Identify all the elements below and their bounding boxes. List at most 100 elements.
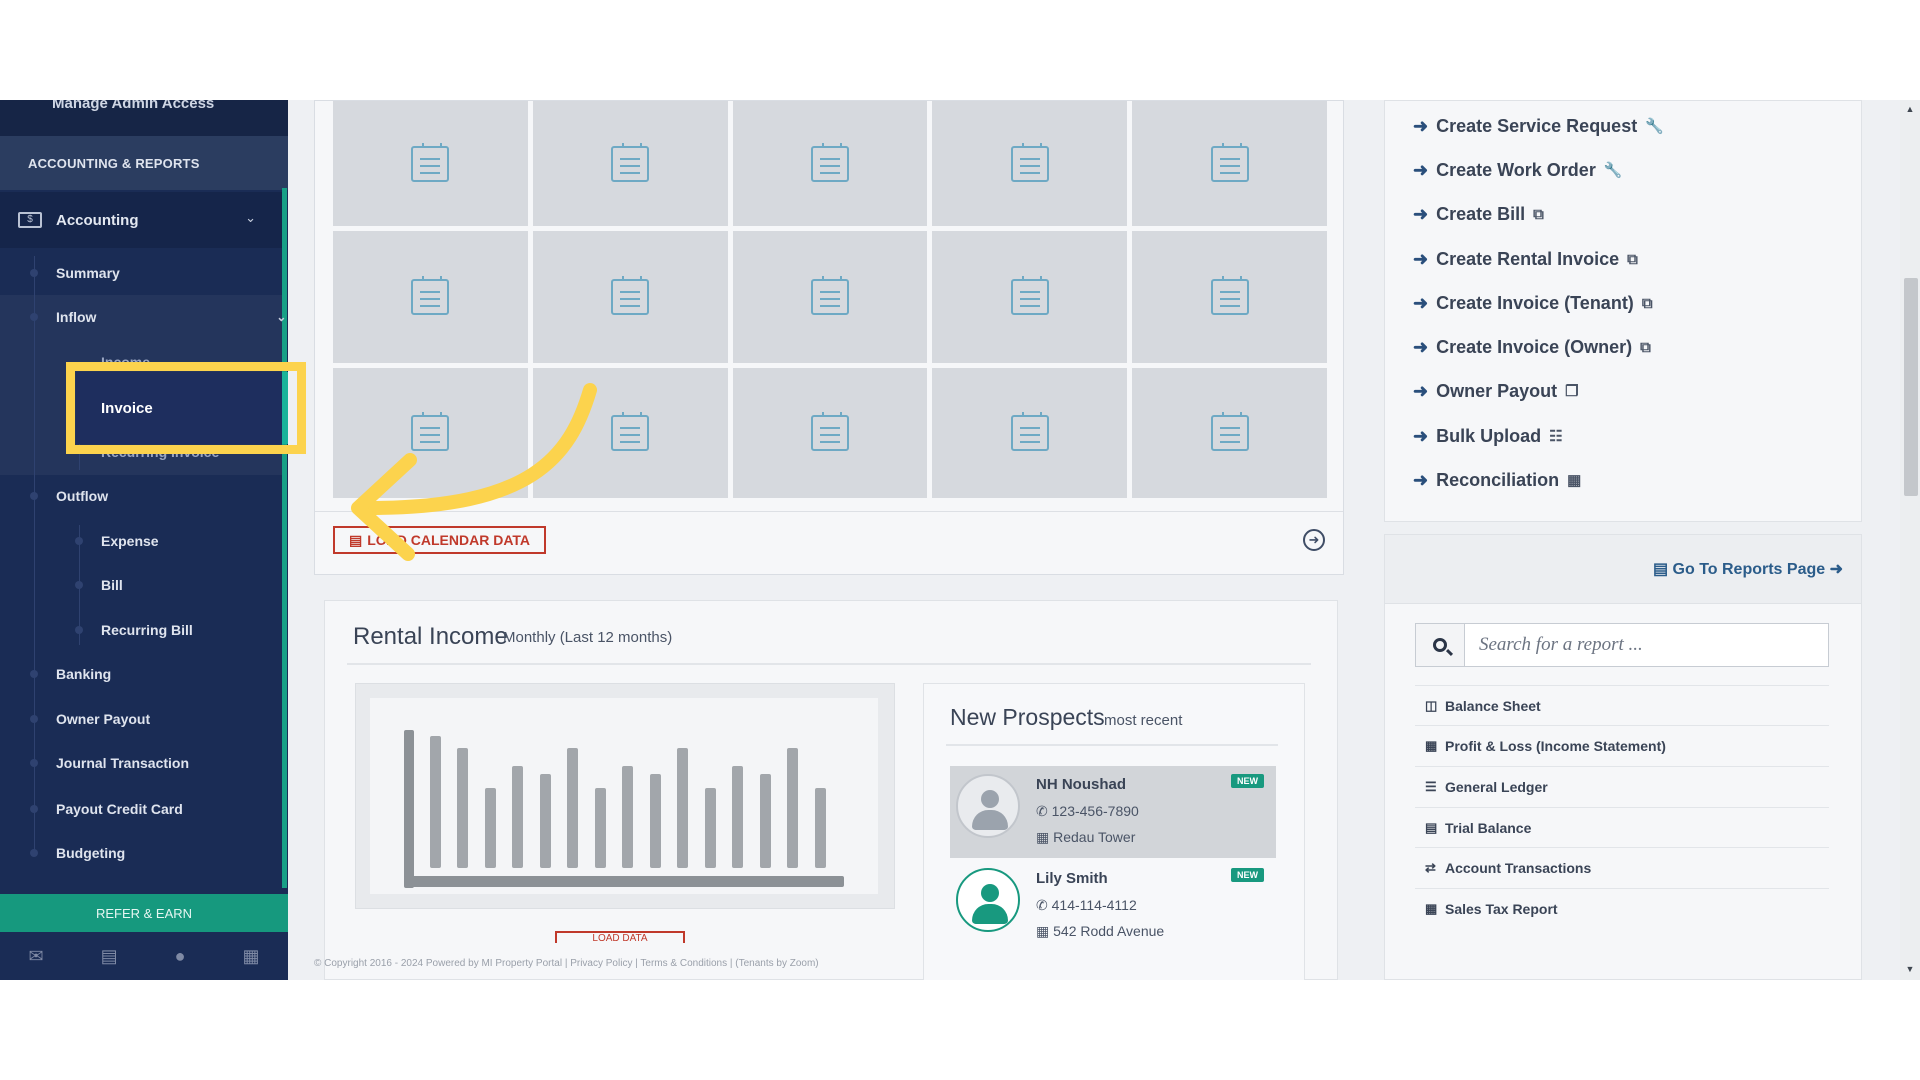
briefcase-icon[interactable]: ▤ xyxy=(101,946,118,967)
sidebar-item-inflow[interactable]: Inflow ⌄ xyxy=(30,300,286,334)
calendar-cell[interactable] xyxy=(1132,101,1327,226)
sidebar-item-banking[interactable]: Banking ⌄ xyxy=(30,657,112,691)
panel-title: New Prospects xyxy=(950,704,1105,730)
sidebar-item-payout-credit-card[interactable]: Payout Credit Card xyxy=(30,792,183,826)
bulk-upload-link[interactable]: ➜ Bulk Upload ☷ xyxy=(1413,421,1563,451)
chart-axis-y xyxy=(404,730,414,888)
scroll-up-icon[interactable]: ▲ xyxy=(1904,104,1916,116)
calendar-note-icon xyxy=(611,412,650,451)
prospect-name: NH Noushad xyxy=(1036,776,1126,793)
create-bill-link[interactable]: ➜ Create Bill ⧉ xyxy=(1413,199,1544,229)
prospect-phone: ✆ 414-114-4112 xyxy=(1036,897,1137,914)
load-data-button[interactable]: LOAD DATA xyxy=(555,931,685,944)
calendar-cell[interactable] xyxy=(732,101,928,226)
create-rental-invoice-link[interactable]: ➜ Create Rental Invoice ⧉ xyxy=(1413,244,1638,274)
sidebar-item-journal-transaction[interactable]: Journal Transaction xyxy=(30,746,189,780)
report-link-general-ledger[interactable]: ☰ General Ledger xyxy=(1415,766,1829,807)
calendar-cell[interactable] xyxy=(1132,231,1327,363)
action-label: Owner Payout xyxy=(1436,380,1558,401)
calendar-cell[interactable] xyxy=(333,101,528,226)
report-link-balance-sheet[interactable]: ◫ Balance Sheet xyxy=(1415,685,1829,726)
sidebar-item-label: Inflow xyxy=(56,309,97,325)
action-label: Create Work Order xyxy=(1436,159,1596,180)
sidebar-item-bill[interactable]: Bill xyxy=(75,568,123,602)
phone-icon: ✆ xyxy=(1036,897,1052,913)
reports-panel: ▤ Go To Reports Page ➜ ◫ Balance Sheet ▦… xyxy=(1384,534,1862,980)
scrollbar-thumb[interactable] xyxy=(1904,278,1918,496)
create-service-request-link[interactable]: ➜ Create Service Request 🔧 xyxy=(1413,111,1664,141)
chart-bar xyxy=(567,748,578,868)
sidebar-footer-icons: ✉ ▤ ● ▦ xyxy=(0,932,288,980)
search-button[interactable] xyxy=(1416,624,1465,666)
copy-icon: ⧉ xyxy=(1533,205,1544,223)
calendar-cell[interactable] xyxy=(932,231,1128,363)
chart-axis-x xyxy=(404,876,844,887)
create-invoice-tenant-link[interactable]: ➜ Create Invoice (Tenant) ⧉ xyxy=(1413,288,1653,318)
calendar-cell[interactable] xyxy=(932,101,1128,226)
sidebar-item-label: Banking xyxy=(56,666,112,682)
report-link-account-transactions[interactable]: ⇄ Account Transactions xyxy=(1415,847,1829,888)
report-label: Balance Sheet xyxy=(1445,698,1541,714)
user-icon[interactable]: ● xyxy=(175,946,186,967)
prospect-address-value: Redau Tower xyxy=(1053,829,1136,845)
report-label: Profit & Loss (Income Statement) xyxy=(1445,738,1666,754)
panel-subtitle: Monthly (Last 12 months) xyxy=(503,629,673,646)
exchange-icon: ⇄ xyxy=(1425,860,1436,875)
sidebar-item-label: Bill xyxy=(101,577,123,593)
avatar-body xyxy=(972,810,1008,830)
envelope-icon[interactable]: ✉ xyxy=(29,946,44,967)
action-label: Create Service Request xyxy=(1436,115,1638,136)
calculator-icon: ▦ xyxy=(1425,738,1438,753)
calendar-cell[interactable] xyxy=(932,368,1128,498)
sidebar-item-summary[interactable]: Summary xyxy=(30,256,120,290)
next-arrow-icon[interactable]: ➜ xyxy=(1303,529,1325,551)
sidebar-item-manage-admin-access[interactable]: Manage Admin Access xyxy=(0,100,288,136)
calendar-cell[interactable] xyxy=(732,368,928,498)
calendar-cell[interactable] xyxy=(532,231,728,363)
go-to-reports-link[interactable]: ▤ Go To Reports Page ➜ xyxy=(1653,559,1843,579)
report-search-input[interactable] xyxy=(1465,624,1827,666)
report-label: Sales Tax Report xyxy=(1445,901,1558,917)
sidebar-item-outflow[interactable]: Outflow ⌄ xyxy=(30,479,108,513)
sidebar-item-expense[interactable]: Expense xyxy=(75,524,159,558)
report-link-profit-loss[interactable]: ▦ Profit & Loss (Income Statement) xyxy=(1415,725,1829,766)
owner-payout-link[interactable]: ➜ Owner Payout ❐ xyxy=(1413,376,1579,406)
chart-bar xyxy=(760,774,771,868)
reconciliation-link[interactable]: ➜ Reconciliation ▦ xyxy=(1413,465,1581,495)
prospect-item[interactable]: Lily Smith ✆ 414-114-4112 ▦ 542 Rodd Ave… xyxy=(950,860,1276,952)
sidebar-item-owner-payout[interactable]: Owner Payout xyxy=(30,702,150,736)
refer-earn-button[interactable]: REFER & EARN xyxy=(0,894,288,932)
scroll-down-icon[interactable]: ▼ xyxy=(1904,964,1916,976)
tutorial-arrow-icon xyxy=(351,383,597,561)
arrow-right-icon: ➜ xyxy=(1413,336,1429,357)
create-invoice-owner-link[interactable]: ➜ Create Invoice (Owner) ⧉ xyxy=(1413,332,1651,362)
calendar-note-icon xyxy=(810,276,849,315)
sidebar-group-accounting[interactable]: $ Accounting ⌄ xyxy=(0,192,282,248)
vertical-scrollbar[interactable]: ▲ ▼ xyxy=(1900,100,1920,980)
calculator-icon[interactable]: ▦ xyxy=(242,946,259,967)
report-link-sales-tax-report[interactable]: ▦ Sales Tax Report xyxy=(1415,888,1829,929)
reports-header: ▤ Go To Reports Page ➜ xyxy=(1385,535,1861,604)
sidebar-item-label: Recurring Bill xyxy=(101,622,193,638)
button-label: LOAD DATA xyxy=(592,933,648,944)
arrow-right-icon: ➜ xyxy=(1829,561,1843,578)
database-icon: ☷ xyxy=(1549,428,1563,445)
report-link-trial-balance[interactable]: ▤ Trial Balance xyxy=(1415,807,1829,848)
report-label: Trial Balance xyxy=(1445,820,1532,836)
copy-icon: ⧉ xyxy=(1627,250,1638,268)
chart-bar xyxy=(622,766,633,868)
calendar-note-icon xyxy=(810,412,849,451)
active-group-indicator xyxy=(282,188,287,888)
create-work-order-link[interactable]: ➜ Create Work Order 🔧 xyxy=(1413,155,1623,185)
avatar xyxy=(956,774,1020,838)
calendar-cell[interactable] xyxy=(532,101,728,226)
calendar-cell[interactable] xyxy=(732,231,928,363)
sidebar-item-recurring-bill[interactable]: Recurring Bill xyxy=(75,613,193,647)
calendar-cell[interactable] xyxy=(333,231,528,363)
tree-dot xyxy=(30,715,38,723)
prospect-item[interactable]: NH Noushad ✆ 123-456-7890 ▦ Redau Tower … xyxy=(950,766,1276,858)
calendar-cell[interactable] xyxy=(1132,368,1327,498)
calendar-note-icon xyxy=(1010,142,1049,182)
sidebar-item-budgeting[interactable]: Budgeting xyxy=(30,836,125,870)
tree-dot xyxy=(30,849,38,857)
